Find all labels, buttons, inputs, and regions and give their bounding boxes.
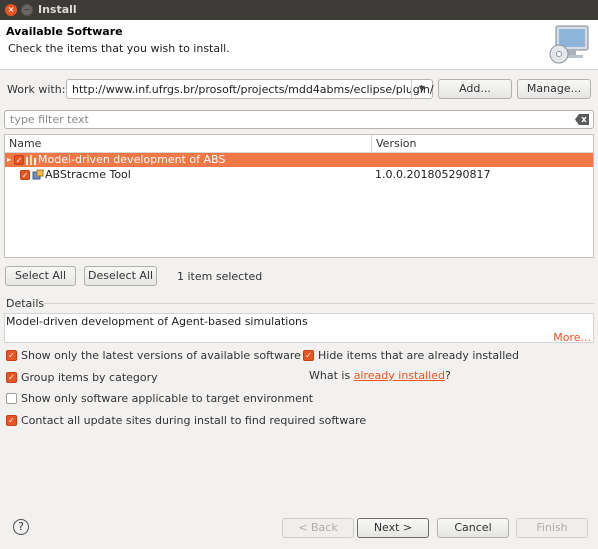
close-icon[interactable]: ×	[5, 4, 17, 16]
page-title: Available Software	[6, 25, 123, 38]
help-icon[interactable]: ?	[13, 519, 29, 535]
next-button[interactable]: Next >	[357, 518, 429, 538]
page-subtitle: Check the items that you wish to install…	[8, 42, 230, 55]
details-panel: Model-driven development of Agent-based …	[4, 313, 594, 344]
filter-input[interactable]	[10, 113, 550, 126]
expander-icon[interactable]: ▸	[7, 153, 11, 167]
contact-sites-checkbox[interactable]: ✓	[6, 415, 17, 426]
tree-row-category[interactable]: ▸ ✓ Model-driven development of ABS	[5, 153, 593, 167]
target-environment-label: Show only software applicable to target …	[21, 392, 314, 405]
install-computer-icon	[549, 25, 589, 64]
finish-button[interactable]: Finish	[516, 518, 588, 538]
details-divider	[44, 303, 594, 304]
contact-sites-label: Contact all update sites during install …	[21, 414, 367, 427]
column-header-name[interactable]: Name	[5, 135, 372, 153]
clear-filter-icon[interactable]	[575, 114, 589, 125]
selection-status: 1 item selected	[177, 270, 263, 283]
deselect-all-button[interactable]: Deselect All	[84, 266, 157, 286]
details-text: Model-driven development of Agent-based …	[6, 315, 308, 328]
whats-installed-suffix: ?	[444, 369, 451, 382]
work-with-label: Work with:	[7, 83, 66, 96]
software-tree[interactable]: Name Version ▸ ✓ Model-driven developmen…	[4, 134, 594, 258]
window-title: Install	[38, 3, 77, 16]
filter-field[interactable]	[4, 110, 594, 129]
hide-installed-checkbox[interactable]: ✓	[303, 350, 314, 361]
select-all-button[interactable]: Select All	[5, 266, 76, 286]
already-installed-link[interactable]: already installed	[354, 369, 445, 382]
work-with-combo[interactable]: http://www.inf.ufrgs.br/prosoft/projects…	[66, 79, 434, 99]
cancel-button[interactable]: Cancel	[437, 518, 509, 538]
latest-versions-checkbox[interactable]: ✓	[6, 350, 17, 361]
tree-row-feature[interactable]: ✓ ABStracme Tool 1.0.0.201805290817	[5, 168, 593, 182]
whats-installed-prefix: What is	[309, 369, 354, 382]
add-site-button[interactable]: Add...	[438, 79, 512, 99]
whats-installed-text: What is already installed?	[309, 369, 451, 382]
more-link[interactable]: More...	[553, 331, 591, 344]
feature-version: 1.0.0.201805290817	[375, 168, 491, 181]
column-header-version[interactable]: Version	[372, 135, 593, 153]
manage-sites-button[interactable]: Manage...	[517, 79, 591, 99]
minimize-icon[interactable]: −	[21, 4, 33, 16]
group-by-category-label: Group items by category	[21, 371, 158, 384]
category-checkbox[interactable]: ✓	[14, 155, 24, 165]
back-button[interactable]: < Back	[282, 518, 354, 538]
category-name: Model-driven development of ABS	[38, 153, 226, 166]
title-bar: × − Install	[0, 0, 598, 20]
wizard-header: Available Software Check the items that …	[0, 20, 598, 70]
work-with-value: http://www.inf.ufrgs.br/prosoft/projects…	[72, 83, 434, 96]
category-icon	[26, 155, 36, 165]
hide-installed-label: Hide items that are already installed	[318, 349, 520, 362]
feature-name: ABStracme Tool	[45, 168, 131, 181]
chevron-down-icon[interactable]: ▼	[411, 80, 432, 98]
target-environment-checkbox[interactable]: ✓	[6, 393, 17, 404]
group-by-category-checkbox[interactable]: ✓	[6, 372, 17, 383]
feature-checkbox[interactable]: ✓	[20, 170, 30, 180]
feature-plugin-icon	[32, 169, 44, 180]
latest-versions-label: Show only the latest versions of availab…	[21, 349, 301, 362]
details-label: Details	[6, 297, 45, 310]
